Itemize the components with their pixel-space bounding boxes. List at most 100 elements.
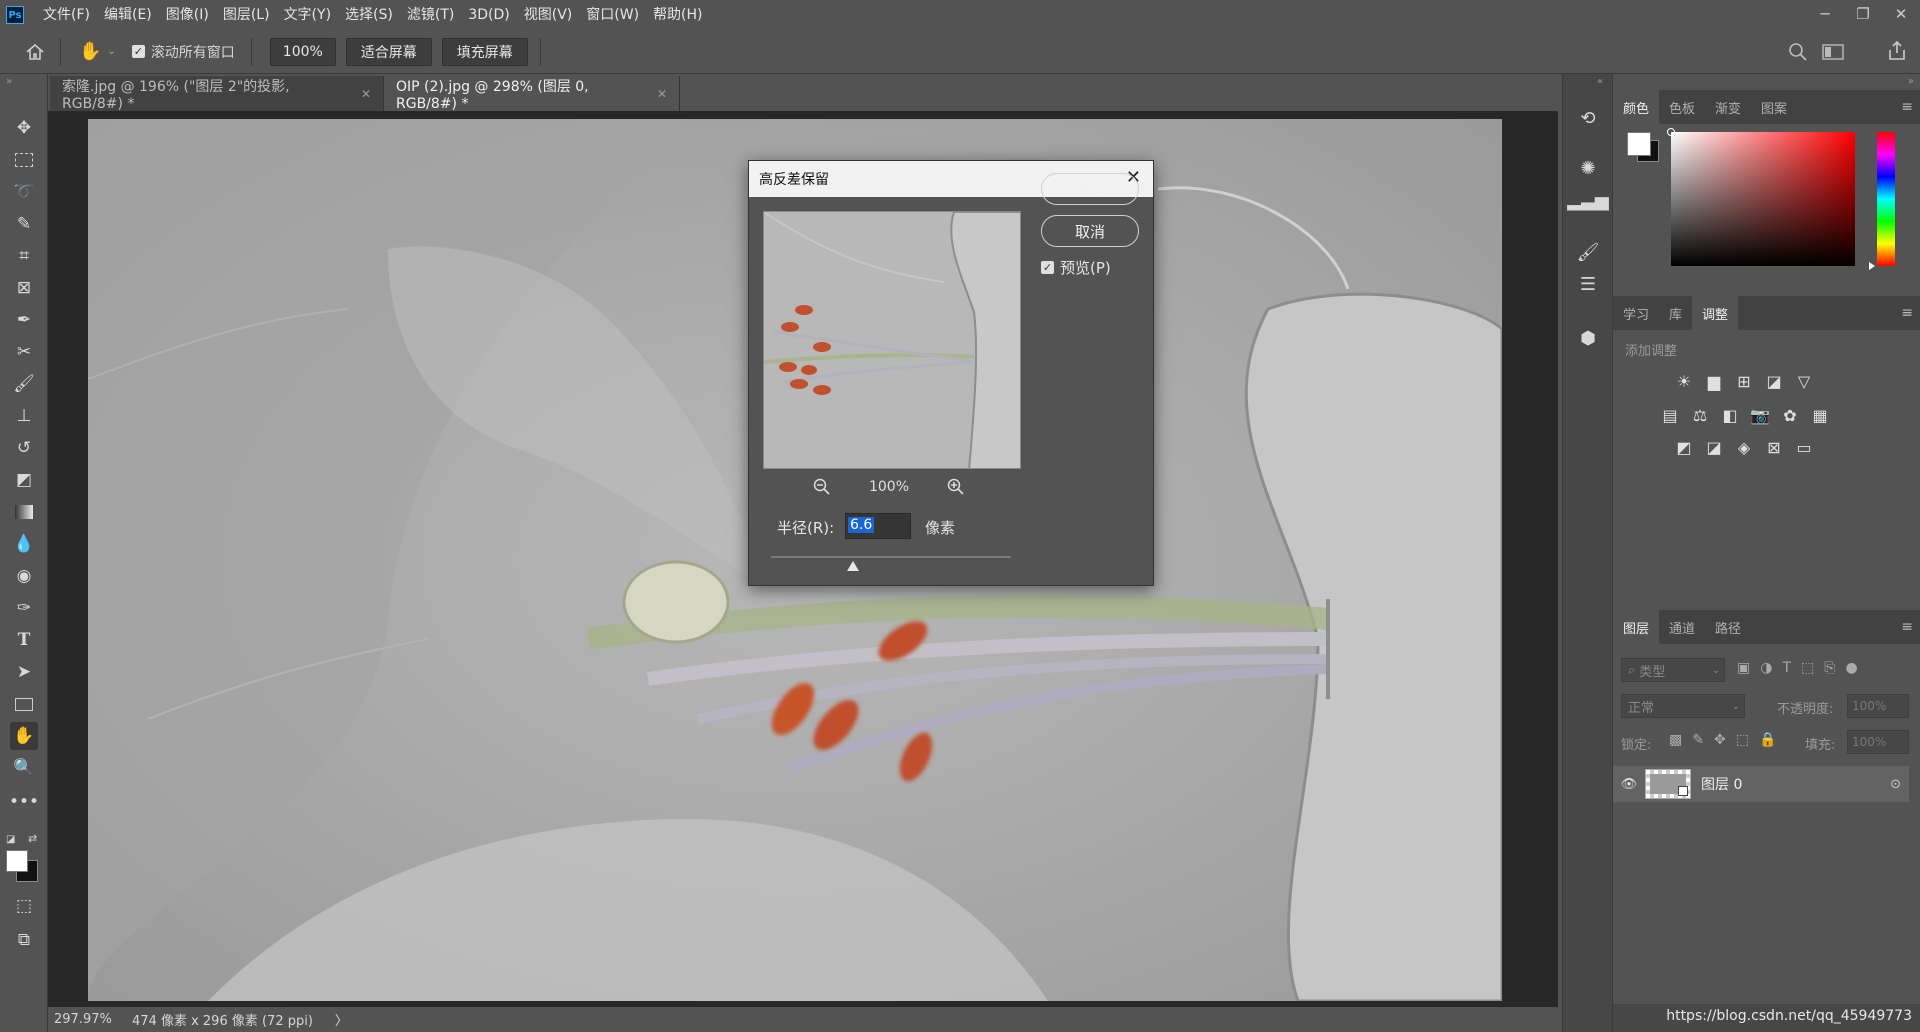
- hue-slider[interactable]: [1877, 132, 1895, 266]
- preview-thumbnail[interactable]: [763, 211, 1021, 469]
- opacity-input[interactable]: 100%: [1847, 694, 1909, 718]
- black-white-icon[interactable]: ◧: [1717, 402, 1743, 428]
- blur-tool-icon[interactable]: 💧: [10, 530, 38, 558]
- brush-tool-icon[interactable]: 🖌: [10, 370, 38, 398]
- search-icon[interactable]: [1788, 42, 1808, 67]
- zoom-100-button[interactable]: 100%: [269, 37, 336, 66]
- hue-saturation-icon[interactable]: ▤: [1657, 402, 1683, 428]
- panel-menu-icon[interactable]: ≡: [1901, 99, 1913, 115]
- gradient-tool-icon[interactable]: [10, 498, 38, 526]
- color-lookup-icon[interactable]: ▦: [1807, 402, 1833, 428]
- exposure-icon[interactable]: ◪: [1761, 368, 1787, 394]
- brush-settings-icon[interactable]: ✺: [1573, 154, 1603, 182]
- scroll-all-windows-checkbox[interactable]: ✓ 滚动所有窗口: [131, 42, 235, 62]
- vibrance-icon[interactable]: ▽: [1791, 368, 1817, 394]
- menu-select[interactable]: 选择(S): [338, 0, 400, 30]
- layer-filter-dropdown[interactable]: ⌕ 类型 ⌄: [1621, 658, 1725, 682]
- chevron-down-icon[interactable]: ⌄: [107, 46, 115, 57]
- levels-icon[interactable]: ▆: [1701, 368, 1727, 394]
- filter-toggle-icon[interactable]: ●: [1845, 660, 1857, 676]
- collapse-icon[interactable]: «: [1597, 76, 1603, 87]
- visibility-eye-icon[interactable]: 👁: [1613, 777, 1645, 792]
- lock-position-icon[interactable]: ✥: [1714, 732, 1726, 748]
- menu-3d[interactable]: 3D(D): [461, 0, 516, 30]
- posterize-icon[interactable]: ◪: [1701, 434, 1727, 460]
- gradient-map-icon[interactable]: ▭: [1791, 434, 1817, 460]
- 3d-icon[interactable]: ⬢: [1573, 324, 1603, 352]
- zoom-in-icon[interactable]: [947, 478, 965, 500]
- home-icon[interactable]: [18, 43, 52, 61]
- radius-slider-track[interactable]: [771, 556, 1011, 558]
- history-icon[interactable]: ⟲: [1573, 104, 1603, 132]
- channel-mixer-icon[interactable]: ✿: [1777, 402, 1803, 428]
- brush-presets-icon[interactable]: 🖌: [1573, 238, 1603, 266]
- type-filter-icon[interactable]: T: [1782, 660, 1791, 676]
- lock-pixels-icon[interactable]: ✎: [1692, 732, 1704, 748]
- tab-swatches[interactable]: 色板: [1659, 90, 1705, 124]
- menu-view[interactable]: 视图(V): [517, 0, 580, 30]
- fit-screen-button[interactable]: 适合屏幕: [345, 37, 432, 66]
- menu-image[interactable]: 图像(I): [159, 0, 216, 30]
- layer-name[interactable]: 图层 0: [1701, 774, 1742, 794]
- zoom-percent[interactable]: 297.97%: [54, 1012, 116, 1027]
- hand-tool-icon[interactable]: ✋: [10, 722, 38, 750]
- tab-suolong[interactable]: 索隆.jpg @ 196% ("图层 2"的投影, RGB/8#) * ✕: [50, 76, 384, 112]
- foreground-color-swatch[interactable]: [6, 850, 28, 872]
- quick-select-tool-icon[interactable]: ✎: [10, 210, 38, 238]
- eyedropper-tool-icon[interactable]: ✒: [10, 306, 38, 334]
- close-tab-icon[interactable]: ✕: [657, 87, 667, 101]
- minimize-icon[interactable]: ─: [1806, 0, 1844, 28]
- share-icon[interactable]: [1886, 40, 1908, 66]
- tab-adjustments[interactable]: 调整: [1692, 296, 1739, 330]
- menu-layer[interactable]: 图层(L): [216, 0, 277, 30]
- menu-edit[interactable]: 编辑(E): [97, 0, 159, 30]
- fill-screen-button[interactable]: 填充屏幕: [441, 37, 528, 66]
- preview-checkbox[interactable]: ✓ 预览(P): [1041, 257, 1111, 278]
- move-tool-icon[interactable]: ✥: [10, 114, 38, 142]
- tab-paths[interactable]: 路径: [1705, 610, 1751, 644]
- default-colors-icon[interactable]: ◪: [6, 834, 15, 845]
- blend-mode-dropdown[interactable]: 正常 ⌄: [1621, 694, 1745, 718]
- properties-icon[interactable]: ☰: [1573, 270, 1603, 298]
- invert-icon[interactable]: ◩: [1671, 434, 1697, 460]
- tab-channels[interactable]: 通道: [1659, 610, 1705, 644]
- status-menu-arrow[interactable]: 〉: [335, 1010, 348, 1029]
- lock-artboard-icon[interactable]: ⬚: [1736, 732, 1749, 748]
- screen-mode-icon[interactable]: ⧉: [10, 926, 38, 954]
- tab-oip[interactable]: OIP (2).jpg @ 298% (图层 0, RGB/8#) * ✕: [384, 76, 680, 112]
- collapse-icon[interactable]: »: [6, 76, 12, 87]
- menu-window[interactable]: 窗口(W): [579, 0, 646, 30]
- pen-tool-icon[interactable]: ✑: [10, 594, 38, 622]
- panel-menu-icon[interactable]: ≡: [1901, 305, 1913, 321]
- tab-layers[interactable]: 图层: [1613, 610, 1660, 644]
- path-select-tool-icon[interactable]: ➤: [10, 658, 38, 686]
- brightness-icon[interactable]: ☀: [1671, 368, 1697, 394]
- hand-tool-icon[interactable]: ✋: [79, 41, 101, 62]
- close-window-icon[interactable]: ✕: [1882, 0, 1920, 28]
- menu-help[interactable]: 帮助(H): [646, 0, 709, 30]
- tab-patterns[interactable]: 图案: [1751, 90, 1797, 124]
- close-tab-icon[interactable]: ✕: [361, 87, 371, 101]
- type-tool-icon[interactable]: T: [10, 626, 38, 654]
- rectangle-tool-icon[interactable]: [10, 690, 38, 718]
- menu-file[interactable]: 文件(F): [36, 0, 97, 30]
- selective-color-icon[interactable]: ⊠: [1761, 434, 1787, 460]
- color-field[interactable]: [1671, 132, 1855, 266]
- marquee-tool-icon[interactable]: [10, 146, 38, 174]
- zoom-out-icon[interactable]: [813, 478, 831, 500]
- lock-all-icon[interactable]: 🔒: [1759, 732, 1776, 748]
- smart-filter-icon[interactable]: ⊙: [1890, 777, 1901, 792]
- healing-tool-icon[interactable]: ✂: [10, 338, 38, 366]
- swap-colors-icon[interactable]: ⇄: [28, 832, 37, 845]
- lock-transparent-icon[interactable]: ▩: [1669, 732, 1682, 748]
- frame-tool-icon[interactable]: ⊠: [10, 274, 38, 302]
- workspace-icon[interactable]: [1822, 44, 1844, 64]
- eraser-tool-icon[interactable]: ◩: [10, 466, 38, 494]
- tab-color[interactable]: 颜色: [1613, 90, 1660, 124]
- radius-slider-handle[interactable]: [846, 561, 859, 571]
- hue-slider-handle[interactable]: [1869, 262, 1875, 270]
- quick-mask-icon[interactable]: ⬚: [10, 892, 38, 920]
- foreground-color-swatch[interactable]: [1627, 132, 1651, 156]
- more-tools-icon[interactable]: •••: [9, 788, 39, 816]
- layer-row[interactable]: 👁 图层 0 ⊙: [1613, 766, 1909, 802]
